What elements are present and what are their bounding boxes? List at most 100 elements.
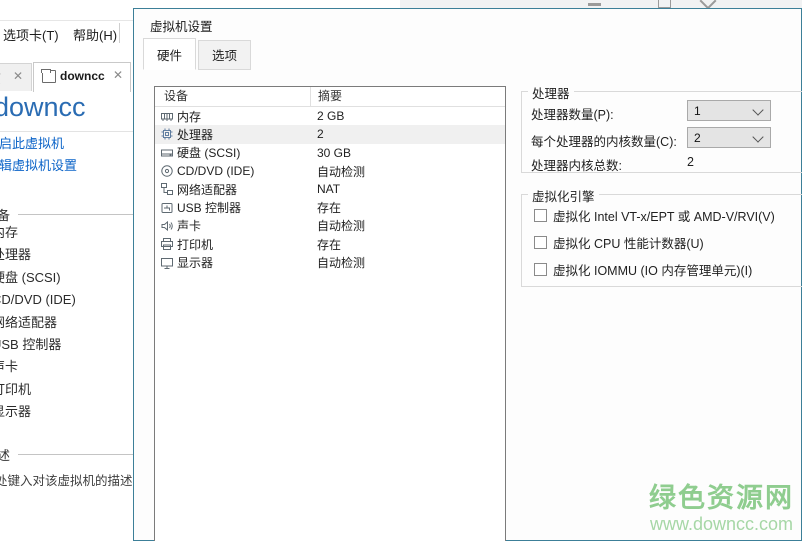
minimize-icon[interactable] [588, 3, 601, 6]
total-cores-label: 处理器内核总数: [531, 159, 622, 173]
section-rule [18, 454, 144, 455]
processor-count-label: 处理器数量(P): [531, 108, 614, 122]
list-item: CD/DVD (IDE) [0, 292, 76, 308]
cores-per-processor-label: 每个处理器的内核数量(C): [531, 135, 677, 149]
list-item: 声卡 [0, 359, 19, 375]
chevron-down-icon [752, 104, 764, 116]
menubar-separator [119, 23, 120, 43]
device-label: 内存 [177, 109, 202, 124]
checkbox-unchecked[interactable] [534, 263, 547, 276]
tab-hardware[interactable]: 硬件 [143, 38, 197, 70]
device-label: 硬盘 (SCSI) [177, 146, 241, 161]
total-cores-value: 2 [687, 155, 694, 169]
memory-icon [160, 109, 174, 123]
device-label: CD/DVD (IDE) [177, 164, 255, 179]
vt-x-checkbox-row[interactable]: 虚拟化 Intel VT-x/EPT 或 AMD-V/RVI(V) [534, 206, 775, 225]
vm-tab-icon [41, 69, 56, 83]
table-row-usb-controller[interactable]: USB 控制器 存在 [155, 198, 505, 216]
dialog-tab-strip: 硬件 选项 [143, 38, 252, 70]
column-header-device[interactable]: 设备 [155, 87, 310, 106]
tab-downcc-label: downcc [60, 69, 105, 83]
heading-divider [0, 131, 133, 132]
list-item: 显示器 [0, 404, 32, 420]
cores-per-processor-value: 2 [694, 131, 701, 145]
device-summary: 2 GB [317, 109, 345, 124]
device-summary: 存在 [317, 237, 342, 252]
menubar-divider [0, 20, 133, 21]
device-label: USB 控制器 [177, 201, 242, 216]
processor-count-value: 1 [694, 104, 701, 118]
vt-x-checkbox-label: 虚拟化 Intel VT-x/EPT 或 AMD-V/RVI(V) [553, 210, 775, 224]
bg-device-summary-list: 内存 处理器 硬盘 (SCSI) CD/DVD (IDE) 网络适配器 USB … [0, 222, 76, 424]
menu-tabs[interactable]: 选项卡(T) [3, 25, 59, 44]
device-label: 打印机 [177, 237, 214, 252]
close-icon[interactable]: ✕ [13, 69, 23, 83]
list-item: 网络适配器 [0, 314, 58, 330]
vm-settings-dialog: 虚拟机设置 硬件 选项 设备 摘要 内存 2 GB 处理器 2 硬盘 (SCSI… [133, 8, 802, 541]
processor-group-title: 处理器 [528, 83, 574, 102]
tab-home-label: 主页 [0, 70, 1, 87]
column-header-summary[interactable]: 摘要 [310, 87, 505, 106]
list-item: 硬盘 (SCSI) [0, 269, 61, 285]
watermark: 绿色资源网 www.downcc.com [649, 483, 794, 535]
cd-dvd-icon [160, 164, 174, 178]
processor-icon [160, 127, 174, 141]
device-summary: 自动检测 [317, 164, 366, 179]
close-icon[interactable]: ✕ [113, 68, 123, 82]
cpu-counters-checkbox-label: 虚拟化 CPU 性能计数器(U) [553, 237, 704, 251]
list-item: USB 控制器 [0, 336, 62, 352]
chevron-down-icon [752, 131, 764, 143]
table-row-processors[interactable]: 处理器 2 [155, 125, 505, 144]
vm-description-placeholder[interactable]: 在此处键入对该虚拟机的描述。 [0, 470, 145, 489]
watermark-url: www.downcc.com [649, 514, 794, 535]
device-label: 网络适配器 [177, 182, 238, 197]
list-item: 内存 [0, 225, 19, 240]
table-row-network-adapter[interactable]: 网络适配器 NAT [155, 180, 505, 198]
network-adapter-icon [160, 182, 174, 196]
tab-downcc[interactable]: downcc ✕ [33, 62, 131, 92]
table-row-display[interactable]: 显示器 自动检测 [155, 253, 505, 271]
cores-per-processor-dropdown[interactable]: 2 [687, 127, 771, 148]
iommu-checkbox-label: 虚拟化 IOMMU (IO 内存管理单元)(I) [553, 264, 753, 278]
section-rule [18, 214, 144, 215]
device-label: 处理器 [177, 127, 214, 142]
list-item: 打印机 [0, 381, 32, 397]
sound-card-icon [160, 219, 174, 233]
device-summary: NAT [317, 182, 341, 197]
table-row-cd-dvd[interactable]: CD/DVD (IDE) 自动检测 [155, 162, 505, 180]
menu-help[interactable]: 帮助(H) [73, 25, 117, 44]
device-summary: 2 [317, 127, 324, 142]
processor-count-dropdown[interactable]: 1 [687, 100, 771, 121]
display-icon [160, 256, 174, 270]
table-row-sound-card[interactable]: 声卡 自动检测 [155, 217, 505, 235]
device-summary: 自动检测 [317, 256, 366, 271]
watermark-title: 绿色资源网 [649, 483, 794, 514]
description-section-title: 描述 [0, 448, 11, 463]
description-section-header: 描述 [0, 445, 144, 464]
screen: 选项卡(T) 帮助(H) 主页 ✕ downcc ✕ downcc 开启此虚拟机… [0, 0, 802, 541]
tab-options[interactable]: 选项 [198, 40, 252, 70]
usb-controller-icon [160, 201, 174, 215]
table-row-memory[interactable]: 内存 2 GB [155, 107, 505, 125]
device-label: 声卡 [177, 219, 202, 234]
cpu-counters-checkbox-row[interactable]: 虚拟化 CPU 性能计数器(U) [534, 233, 704, 252]
device-list-header: 设备 摘要 [155, 87, 505, 107]
edit-vm-settings-link[interactable]: 编辑虚拟机设置 [0, 155, 77, 174]
vm-tab-bar: 主页 ✕ downcc ✕ [0, 62, 133, 92]
iommu-checkbox-row[interactable]: 虚拟化 IOMMU (IO 内存管理单元)(I) [534, 260, 752, 279]
virtualization-group-title: 虚拟化引擎 [528, 186, 599, 205]
printer-icon [160, 237, 174, 251]
tab-home[interactable]: 主页 ✕ [0, 63, 32, 91]
dialog-title: 虚拟机设置 [150, 20, 213, 34]
vm-name-heading: downcc [0, 92, 86, 122]
table-row-hard-disk[interactable]: 硬盘 (SCSI) 30 GB [155, 144, 505, 162]
checkbox-unchecked[interactable] [534, 236, 547, 249]
checkbox-unchecked[interactable] [534, 209, 547, 222]
list-item: 处理器 [0, 247, 32, 263]
power-on-vm-link[interactable]: 开启此虚拟机 [0, 133, 64, 152]
device-summary: 自动检测 [317, 219, 366, 234]
maximize-icon[interactable] [658, 0, 671, 8]
device-summary: 30 GB [317, 145, 352, 160]
hard-disk-icon [160, 146, 174, 160]
table-row-printer[interactable]: 打印机 存在 [155, 235, 505, 253]
